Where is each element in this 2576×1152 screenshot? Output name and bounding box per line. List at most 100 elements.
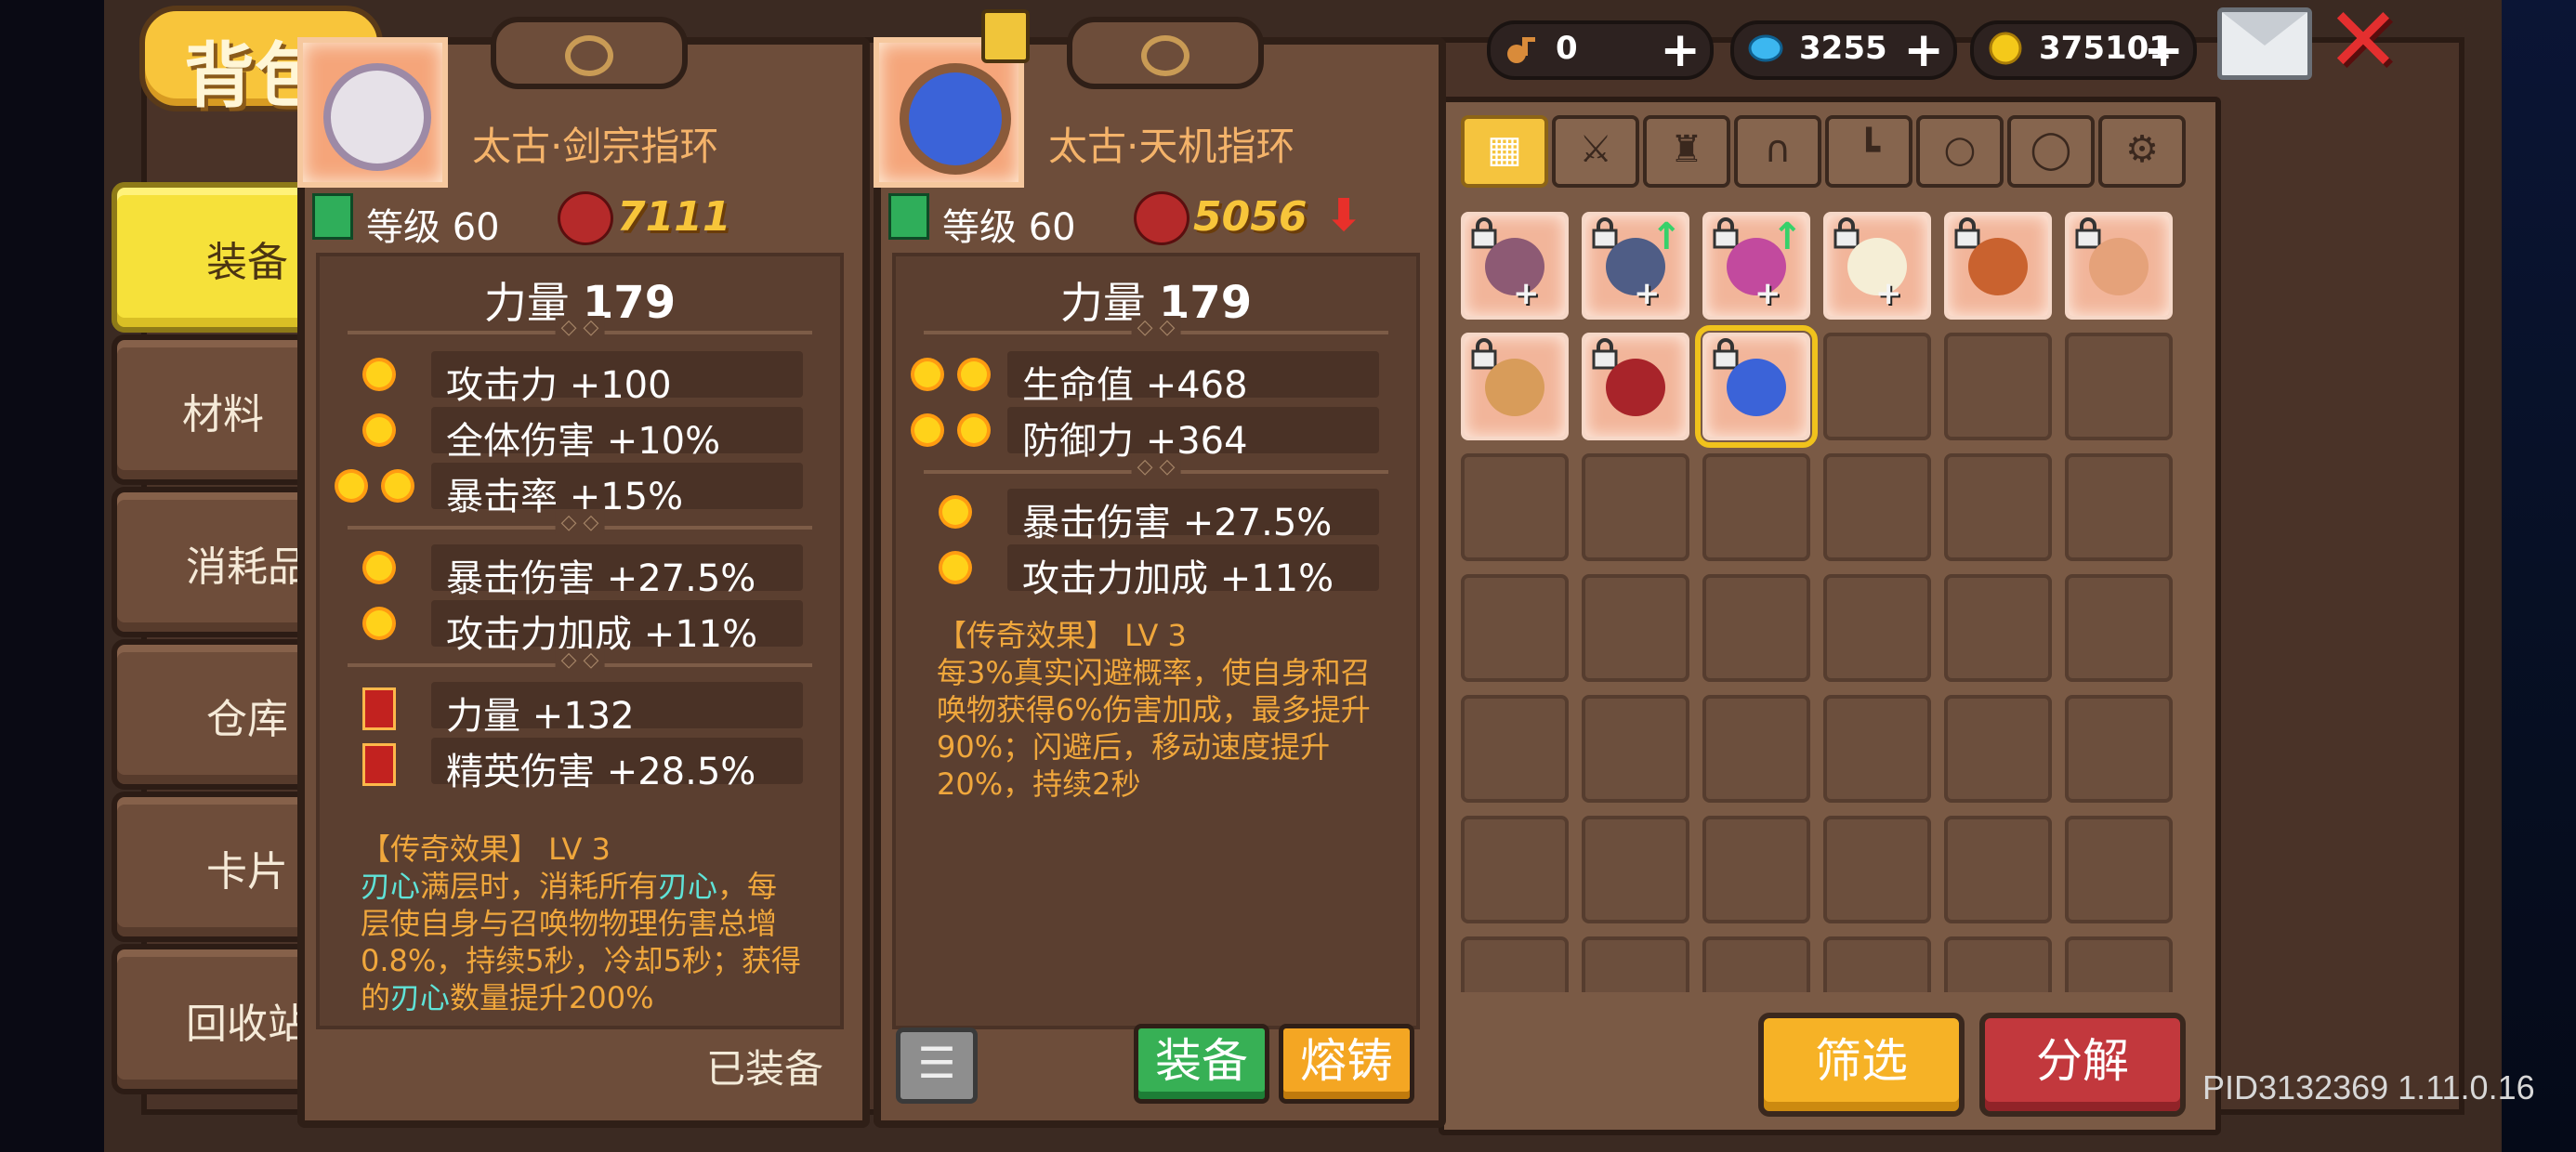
equipped-status: 已装备	[705, 1046, 823, 1092]
inventory-slot[interactable]	[1702, 816, 1810, 923]
inventory-slot[interactable]	[1582, 816, 1689, 923]
inventory-slot[interactable]	[1461, 936, 1569, 992]
grid-icon[interactable]: ▦	[1461, 115, 1548, 188]
inventory-slot[interactable]	[1944, 936, 2052, 992]
ring-icon	[900, 63, 1011, 175]
inventory-slot[interactable]	[2065, 574, 2173, 682]
lock-icon	[1591, 217, 1619, 249]
filter-button[interactable]: 筛选	[1758, 1013, 1965, 1117]
stat-panel: 力量179 生命值 +468 防御力 +364 暴击伤害 +27.5% 攻击力加…	[892, 253, 1420, 1029]
legendary-title: 【传奇效果】 LV 3	[361, 831, 611, 867]
helmet-icon[interactable]: ∩	[1734, 115, 1821, 188]
sun-icon	[366, 417, 392, 443]
lock-icon[interactable]	[981, 9, 1030, 63]
inventory-slot[interactable]	[1461, 574, 1569, 682]
decompose-button[interactable]: 分解	[1979, 1013, 2186, 1117]
enhance-plus-icon: +	[1875, 275, 1902, 312]
item-name: 太古·剑宗指环	[472, 124, 719, 169]
stat-panel: 力量179 攻击力 +100 全体伤害 +10% 暴击率 +15% 暴击伤害 +…	[316, 253, 844, 1029]
inventory-slot[interactable]	[1944, 695, 2052, 803]
inventory-slot[interactable]	[1823, 453, 1931, 561]
inventory-slot[interactable]	[1823, 574, 1931, 682]
scroll-icon	[362, 743, 396, 786]
stat-row: 攻击力加成 +11%	[320, 600, 840, 656]
item-name: 太古·天机指环	[1048, 124, 1295, 169]
inventory-slot[interactable]: +	[1823, 212, 1931, 320]
inventory-slot[interactable]	[1461, 695, 1569, 803]
sword-icon[interactable]: ⚔	[1552, 115, 1639, 188]
inventory-slot[interactable]	[1461, 816, 1569, 923]
inventory-slot[interactable]: + ↑	[1582, 212, 1689, 320]
inventory-slot[interactable]	[1582, 333, 1689, 440]
divider	[924, 470, 1388, 474]
legendary-line: 20%，持续2秒	[937, 766, 1141, 802]
inventory-slot[interactable]	[1944, 574, 2052, 682]
keyword: 刃心	[390, 980, 451, 1015]
inventory-slot[interactable]	[2065, 936, 2173, 992]
build-version: PID3132369 1.11.0.16	[2202, 1068, 2535, 1106]
sun-icon	[942, 499, 968, 525]
divider	[348, 663, 812, 667]
enhance-plus-icon: +	[1755, 275, 1781, 312]
inventory-slot[interactable]	[1944, 816, 2052, 923]
ring-icon	[323, 63, 431, 171]
legendary-text: 数量提升200%	[450, 980, 654, 1015]
sidebar-tab-label: 仓库	[206, 696, 288, 743]
boots-icon[interactable]: ┗	[1825, 115, 1912, 188]
inventory-slot[interactable]	[1582, 936, 1689, 992]
inventory-slot[interactable]	[2065, 816, 2173, 923]
inventory-slot[interactable]	[1823, 333, 1931, 440]
inventory-slot[interactable]	[1702, 936, 1810, 992]
inventory-slot[interactable]	[1944, 453, 2052, 561]
inventory-slot[interactable]: + ↑	[1702, 212, 1810, 320]
inventory-slot[interactable]	[1702, 695, 1810, 803]
legendary-line: 90%；闪避后，移动速度提升	[937, 729, 1331, 765]
stat-text: 精英伤害 +28.5%	[446, 751, 756, 793]
card-header-ornament	[1067, 17, 1264, 89]
legendary-line: 唤物获得6%伤害加成，最多提升	[937, 692, 1371, 727]
equip-button[interactable]: 装备	[1134, 1024, 1269, 1104]
mail-icon[interactable]	[2217, 7, 2312, 80]
inventory-slot[interactable]	[1695, 325, 1818, 448]
inventory-slot[interactable]	[1702, 574, 1810, 682]
inventory-slot[interactable]	[1582, 695, 1689, 803]
inventory-slot[interactable]	[1461, 453, 1569, 561]
upgrade-arrow-icon: ↑	[1650, 216, 1682, 258]
inventory-slot[interactable]	[1944, 333, 2052, 440]
armor-icon[interactable]: ♜	[1643, 115, 1730, 188]
inventory-grid: + + ↑ + ↑ +	[1461, 212, 2204, 992]
necklace-icon[interactable]: ○	[1916, 115, 2004, 188]
inventory-slot[interactable]	[1823, 936, 1931, 992]
inventory-slot[interactable]	[1582, 453, 1689, 561]
list-icon[interactable]: ☰	[896, 1028, 978, 1104]
add-currency-button[interactable]: +	[2143, 22, 2184, 78]
inventory-slot[interactable]	[1702, 453, 1810, 561]
decrease-arrow-icon: ⬇	[1325, 190, 1363, 242]
stat-row: 暴击伤害 +27.5%	[896, 489, 1416, 544]
stat-text: 全体伤害 +10%	[446, 420, 721, 463]
add-currency-button[interactable]: +	[1660, 22, 1701, 78]
inventory-slot[interactable]: +	[1461, 212, 1569, 320]
add-currency-button[interactable]: +	[1903, 22, 1944, 78]
item-icon	[297, 37, 448, 188]
inventory-slot[interactable]	[1461, 333, 1569, 440]
stat-text: 生命值 +468	[1022, 364, 1248, 407]
inventory-slot[interactable]	[2065, 453, 2173, 561]
stat-row: 精英伤害 +28.5%	[320, 738, 840, 793]
inventory-slot[interactable]	[1823, 695, 1931, 803]
inventory-slot[interactable]	[1582, 574, 1689, 682]
forge-button[interactable]: 熔铸	[1279, 1024, 1414, 1104]
legendary-line: 每3%真实闪避概率，使自身和召	[937, 655, 1371, 690]
inventory-slot[interactable]	[1823, 816, 1931, 923]
inventory-slot[interactable]	[2065, 212, 2173, 320]
inventory-slot[interactable]	[1944, 212, 2052, 320]
level-badge-icon	[312, 193, 353, 240]
keyword: 刃心	[658, 869, 718, 904]
inventory-slot[interactable]	[2065, 695, 2173, 803]
inventory-slot[interactable]	[2065, 333, 2173, 440]
legendary-line: 的刃心数量提升200%	[361, 979, 807, 1016]
sun-icon	[914, 361, 940, 387]
ring-icon[interactable]: ◯	[2007, 115, 2095, 188]
close-x-icon[interactable]: ✕	[2323, 0, 2403, 85]
gear-icon[interactable]: ⚙	[2098, 115, 2186, 188]
